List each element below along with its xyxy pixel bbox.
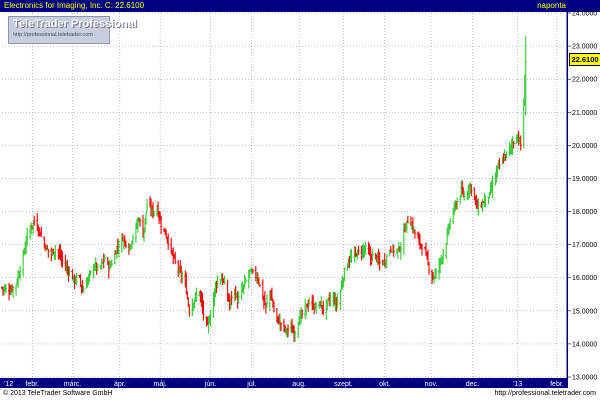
x-tick-label: aug. <box>292 381 306 388</box>
logo-url: http://professional.teletrader.com <box>13 32 93 38</box>
footer: © 2013 TeleTrader Software GmbH http://p… <box>0 388 600 400</box>
x-tick-label: ápr. <box>114 381 126 388</box>
x-tick-label: jún. <box>204 381 216 388</box>
footer-link[interactable]: http://professional.teletrader.com <box>494 388 596 400</box>
x-tick-label: júl. <box>246 381 256 388</box>
time-axis-background <box>0 378 568 388</box>
y-tick-label: 20.0000 <box>572 143 597 150</box>
chart-window: Electronics for Imaging, Inc. C: 22.6100… <box>0 0 600 400</box>
x-tick-label: nov. <box>425 381 438 388</box>
teletrader-logo: TeleTrader Professional http://professio… <box>8 16 137 44</box>
x-tick-label: '13 <box>513 381 522 388</box>
y-axis-ticks: 13.0000 14.0000 15.0000 16.0000 17.0000 18.00… <box>567 11 597 382</box>
y-tick-label: 19.0000 <box>572 176 597 183</box>
y-tick-label: 16.0000 <box>572 275 597 282</box>
x-tick-label: febr. <box>25 381 39 388</box>
y-tick-label: 24.0000 <box>572 11 597 18</box>
x-tick-label: máj. <box>154 381 167 388</box>
price-chart[interactable]: 13.0000 14.0000 15.0000 16.0000 17.0000 18.00… <box>0 0 600 400</box>
x-tick-label: márc. <box>64 381 82 388</box>
y-tick-label: 22.0000 <box>572 77 597 84</box>
x-tick-label: okt. <box>379 381 390 388</box>
y-tick-label: 14.0000 <box>572 341 597 348</box>
x-tick-label: dec. <box>466 381 479 388</box>
y-tick-label: 17.0000 <box>572 242 597 249</box>
x-tick-label: febr. <box>550 381 564 388</box>
x-tick-label: szept. <box>334 381 353 388</box>
y-tick-label: 13.0000 <box>572 375 597 382</box>
y-tick-label: 18.0000 <box>572 209 597 216</box>
copyright-text: © 2013 TeleTrader Software GmbH <box>3 390 113 397</box>
price-bars <box>0 36 527 343</box>
logo-name: TeleTrader Professional <box>13 18 137 30</box>
y-tick-label: 21.0000 <box>572 110 597 117</box>
y-tick-label: 23.0000 <box>572 44 597 51</box>
y-tick-label: 15.0000 <box>572 308 597 315</box>
last-price-badge: 22.6100 <box>569 52 600 66</box>
x-tick-label: '12 <box>4 381 13 388</box>
